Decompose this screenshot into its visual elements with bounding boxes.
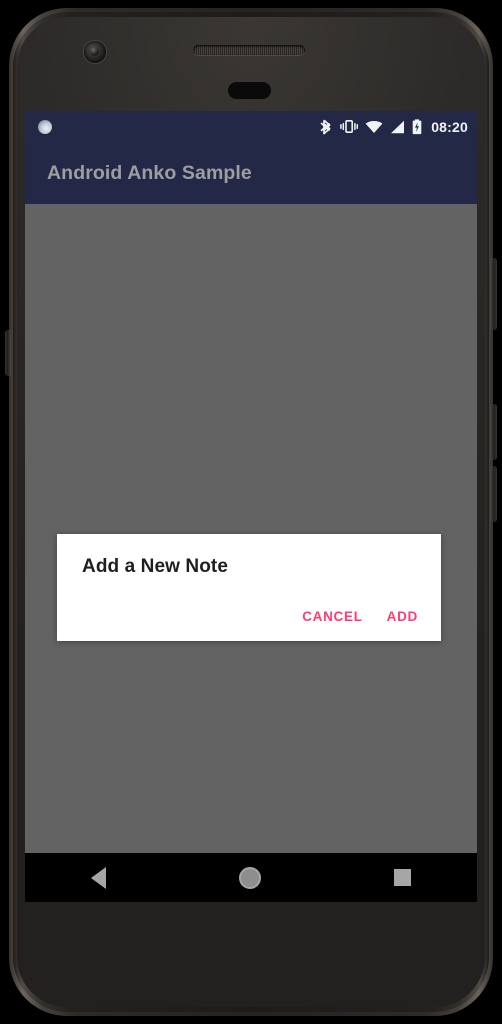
app-title: Android Anko Sample <box>47 161 252 184</box>
front-camera-icon <box>84 41 106 63</box>
power-button[interactable] <box>490 258 497 330</box>
volume-down-button[interactable] <box>490 466 497 522</box>
status-bar-clock: 08:20 <box>431 118 468 135</box>
nav-home-button[interactable] <box>238 866 261 889</box>
cancel-button[interactable]: CANCEL <box>290 601 374 632</box>
wifi-icon <box>365 120 383 134</box>
dialog-title: Add a New Note <box>82 556 229 577</box>
battery-charging-icon <box>412 118 422 135</box>
add-button[interactable]: ADD <box>375 601 430 632</box>
volume-up-button[interactable] <box>490 404 497 460</box>
bluetooth-icon <box>320 119 333 135</box>
phone-screen: 08:20 Android Anko Sample Add a New Note… <box>25 111 477 902</box>
status-bar[interactable]: 08:20 <box>25 111 477 142</box>
app-bar: Android Anko Sample <box>25 142 477 204</box>
proximity-sensor <box>228 82 271 99</box>
left-side-button[interactable] <box>5 330 11 376</box>
vibrate-icon <box>340 119 359 134</box>
nav-back-button[interactable] <box>91 866 107 889</box>
navigation-bar <box>25 853 477 902</box>
android-phone-device: 08:20 Android Anko Sample Add a New Note… <box>0 0 502 1024</box>
nav-recents-button[interactable] <box>393 869 411 886</box>
cellular-signal-icon <box>390 120 405 134</box>
note-list-content-area[interactable]: Add a New Note CANCEL ADD <box>25 204 477 902</box>
dialog-action-bar: CANCEL ADD <box>290 601 430 632</box>
add-note-dialog: Add a New Note CANCEL ADD <box>57 534 441 641</box>
earpiece-speaker <box>193 45 305 55</box>
notification-dot-icon <box>38 119 52 134</box>
